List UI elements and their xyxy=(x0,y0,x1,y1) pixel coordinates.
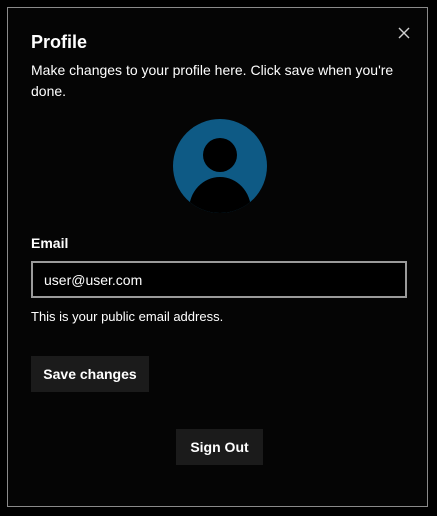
close-button[interactable] xyxy=(395,24,413,42)
user-avatar-icon xyxy=(173,119,267,213)
save-changes-button[interactable]: Save changes xyxy=(31,356,149,392)
sign-out-button[interactable]: Sign Out xyxy=(176,429,263,465)
close-icon xyxy=(398,27,410,39)
dialog-description: Make changes to your profile here. Click… xyxy=(31,62,394,99)
profile-dialog: Profile Make changes to your profile her… xyxy=(7,7,428,507)
email-field[interactable] xyxy=(31,261,407,298)
email-helper-text: This is your public email address. xyxy=(31,309,224,324)
avatar xyxy=(172,118,268,214)
email-label: Email xyxy=(31,235,69,251)
dialog-title: Profile xyxy=(31,32,88,52)
